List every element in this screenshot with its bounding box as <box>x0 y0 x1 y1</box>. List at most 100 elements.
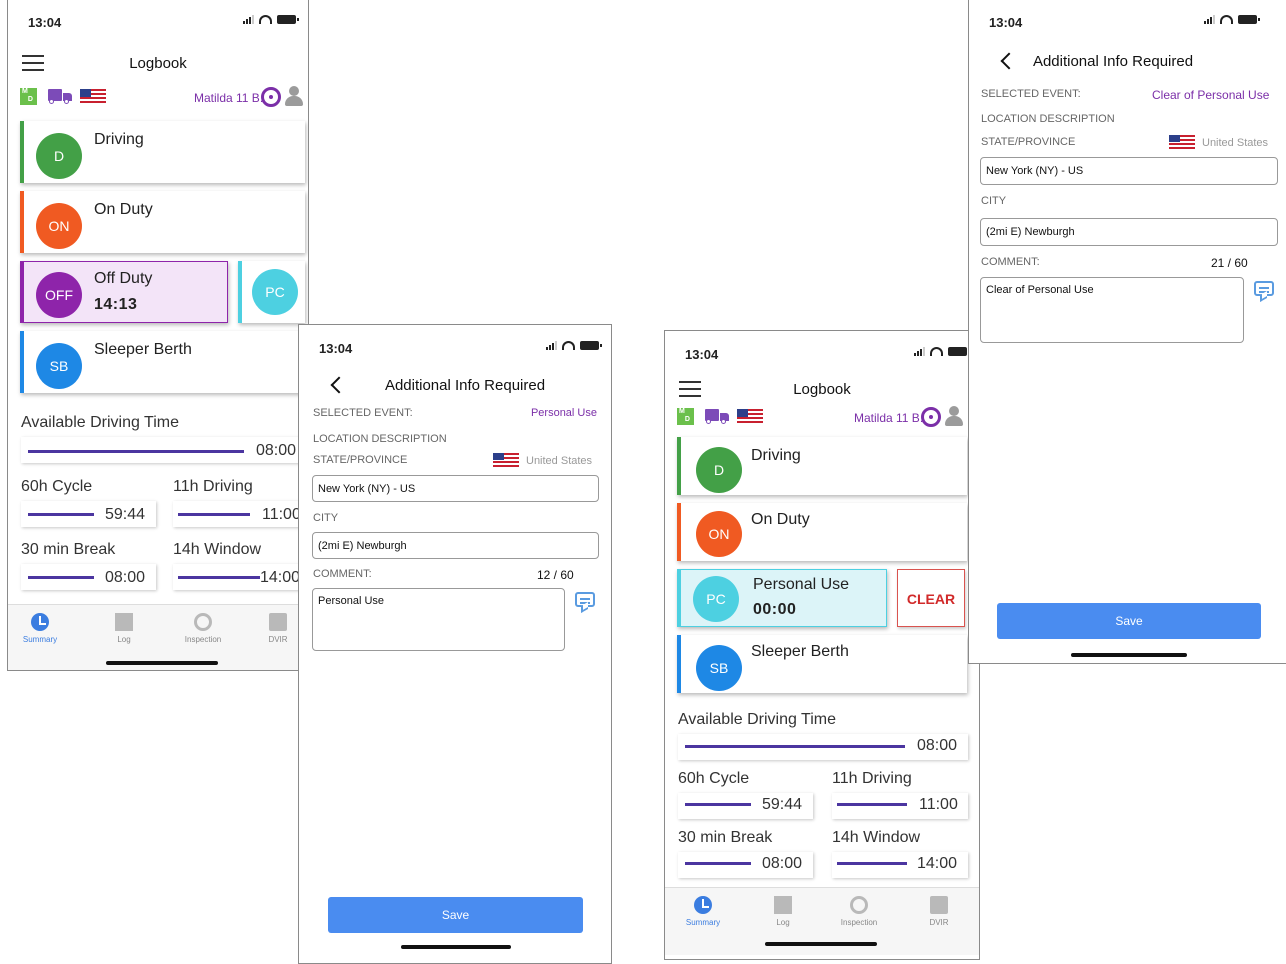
state-input[interactable]: New York (NY) - US <box>312 475 599 502</box>
user-icon[interactable] <box>945 406 963 426</box>
status-card-off-duty[interactable]: OFF Off Duty 14:13 <box>20 261 228 323</box>
country-value[interactable]: United States <box>1202 137 1268 149</box>
truck-icon[interactable] <box>705 409 729 424</box>
us-flag-icon[interactable] <box>1169 135 1195 149</box>
signal-icon <box>546 341 557 350</box>
break-label: 30 min Break <box>21 541 116 558</box>
status-bar: 13:04 <box>299 325 611 365</box>
us-flag-icon[interactable] <box>80 89 106 104</box>
magnifier-icon <box>850 896 868 914</box>
status-label-off-duty: Off Duty <box>94 270 153 287</box>
tab-summary[interactable]: Summary <box>673 896 733 927</box>
user-icon[interactable] <box>285 86 303 106</box>
clock-icon <box>694 896 712 914</box>
page-title: Additional Info Required <box>384 377 546 394</box>
status-card-sleeper[interactable]: SB Sleeper Berth <box>677 635 967 693</box>
state-input[interactable]: New York (NY) - US <box>980 157 1278 185</box>
comment-bubble-icon[interactable] <box>1254 281 1274 296</box>
status-code-sleeper: SB <box>696 645 742 691</box>
steering-wheel-icon[interactable] <box>921 407 941 427</box>
driving11-bar <box>178 513 250 516</box>
tab-dvir[interactable]: DVIR <box>909 896 969 927</box>
tab-inspection[interactable]: Inspection <box>173 613 233 644</box>
status-card-personal-use[interactable]: PC Personal Use 00:00 <box>677 569 887 627</box>
clear-button[interactable]: CLEAR <box>897 569 965 627</box>
status-card-on-duty[interactable]: ON On Duty <box>677 503 967 561</box>
truck-icon[interactable] <box>48 89 72 104</box>
window-value: 14:00 <box>260 569 301 586</box>
available-driving-bar <box>28 450 244 453</box>
tab-dvir-label: DVIR <box>929 918 949 927</box>
home-indicator <box>1071 653 1187 657</box>
state-province-label: STATE/PROVINCE <box>313 454 408 466</box>
nav-bar: Additional Info Required <box>969 43 1286 83</box>
status-icons <box>914 347 970 356</box>
wifi-icon <box>562 341 575 350</box>
tab-log[interactable]: Log <box>94 613 154 644</box>
tab-summary-label: Summary <box>685 918 721 927</box>
comment-textarea[interactable]: Personal Use <box>312 588 565 651</box>
driver-name[interactable]: Matilda 11 B. <box>194 91 263 105</box>
md-bottom: D <box>684 416 690 423</box>
us-flag-icon[interactable] <box>493 453 519 467</box>
comment-counter: 21 / 60 <box>1211 256 1248 270</box>
status-time: 13:04 <box>989 15 1023 30</box>
driving11-label: 11h Driving <box>173 478 253 495</box>
cycle-label: 60h Cycle <box>678 770 750 787</box>
comment-textarea[interactable]: Clear of Personal Use <box>980 277 1244 343</box>
status-code-personal: PC <box>693 576 739 622</box>
additional-info-screen-1: 13:04 Additional Info Required SELECTED … <box>298 324 612 964</box>
status-label-on-duty: On Duty <box>751 511 810 528</box>
city-input[interactable]: (2mi E) Newburgh <box>312 532 599 559</box>
tab-inspection[interactable]: Inspection <box>829 896 889 927</box>
selected-event-value: Clear of Personal Use <box>1152 88 1270 102</box>
driver-name[interactable]: Matilda 11 B. <box>854 411 923 425</box>
document-icon <box>930 896 948 914</box>
comment-bubble-icon[interactable] <box>575 592 595 607</box>
state-province-label: STATE/PROVINCE <box>981 136 1076 148</box>
status-card-on-duty[interactable]: ON On Duty <box>20 191 305 253</box>
status-code-sleeper: SB <box>36 343 82 389</box>
available-driving-label: Available Driving Time <box>678 711 836 728</box>
city-input[interactable]: (2mi E) Newburgh <box>980 218 1278 246</box>
status-label-driving: Driving <box>751 447 801 464</box>
home-indicator <box>401 945 511 949</box>
break-value: 08:00 <box>105 569 146 586</box>
comment-label: COMMENT: <box>313 568 372 580</box>
location-description-label: LOCATION DESCRIPTION <box>313 433 447 445</box>
status-label-driving: Driving <box>94 131 144 148</box>
available-driving-value: 08:00 <box>256 442 297 459</box>
city-label: CITY <box>981 195 1007 207</box>
break-value: 08:00 <box>762 855 803 872</box>
status-card-driving[interactable]: D Driving <box>677 437 967 495</box>
status-icons <box>1204 15 1260 24</box>
status-label-on-duty: On Duty <box>94 201 153 218</box>
status-time-off-duty: 14:13 <box>94 296 138 313</box>
cycle-value: 59:44 <box>762 796 803 813</box>
tab-log-label: Log <box>776 918 790 927</box>
cycle-label: 60h Cycle <box>21 478 93 495</box>
logbook-screen-2: 13:04 Logbook M D Matilda 11 B. D Drivin… <box>664 330 980 960</box>
status-card-sleeper[interactable]: SB Sleeper Berth <box>20 331 305 393</box>
nav-bar: Logbook <box>8 45 308 85</box>
status-label-sleeper: Sleeper Berth <box>751 643 849 660</box>
save-button[interactable]: Save <box>328 897 583 933</box>
tab-log[interactable]: Log <box>753 896 813 927</box>
status-card-driving[interactable]: D Driving <box>20 121 305 183</box>
us-flag-icon[interactable] <box>737 409 763 424</box>
document-icon <box>269 613 287 631</box>
cycle-value: 59:44 <box>105 506 146 523</box>
status-time: 13:04 <box>319 341 353 356</box>
driving11-value: 11:00 <box>919 796 958 813</box>
save-button[interactable]: Save <box>997 603 1261 639</box>
wifi-icon <box>1220 15 1233 24</box>
steering-wheel-icon[interactable] <box>261 87 281 107</box>
status-card-personal-conveyance[interactable]: PC <box>238 261 305 323</box>
tab-summary[interactable]: Summary <box>10 613 70 644</box>
location-description-label: LOCATION DESCRIPTION <box>981 113 1115 125</box>
country-value[interactable]: United States <box>526 455 592 467</box>
status-label-sleeper: Sleeper Berth <box>94 341 192 358</box>
chart-icon <box>774 896 792 914</box>
window-bar <box>178 576 260 579</box>
status-code-driving: D <box>696 447 742 493</box>
